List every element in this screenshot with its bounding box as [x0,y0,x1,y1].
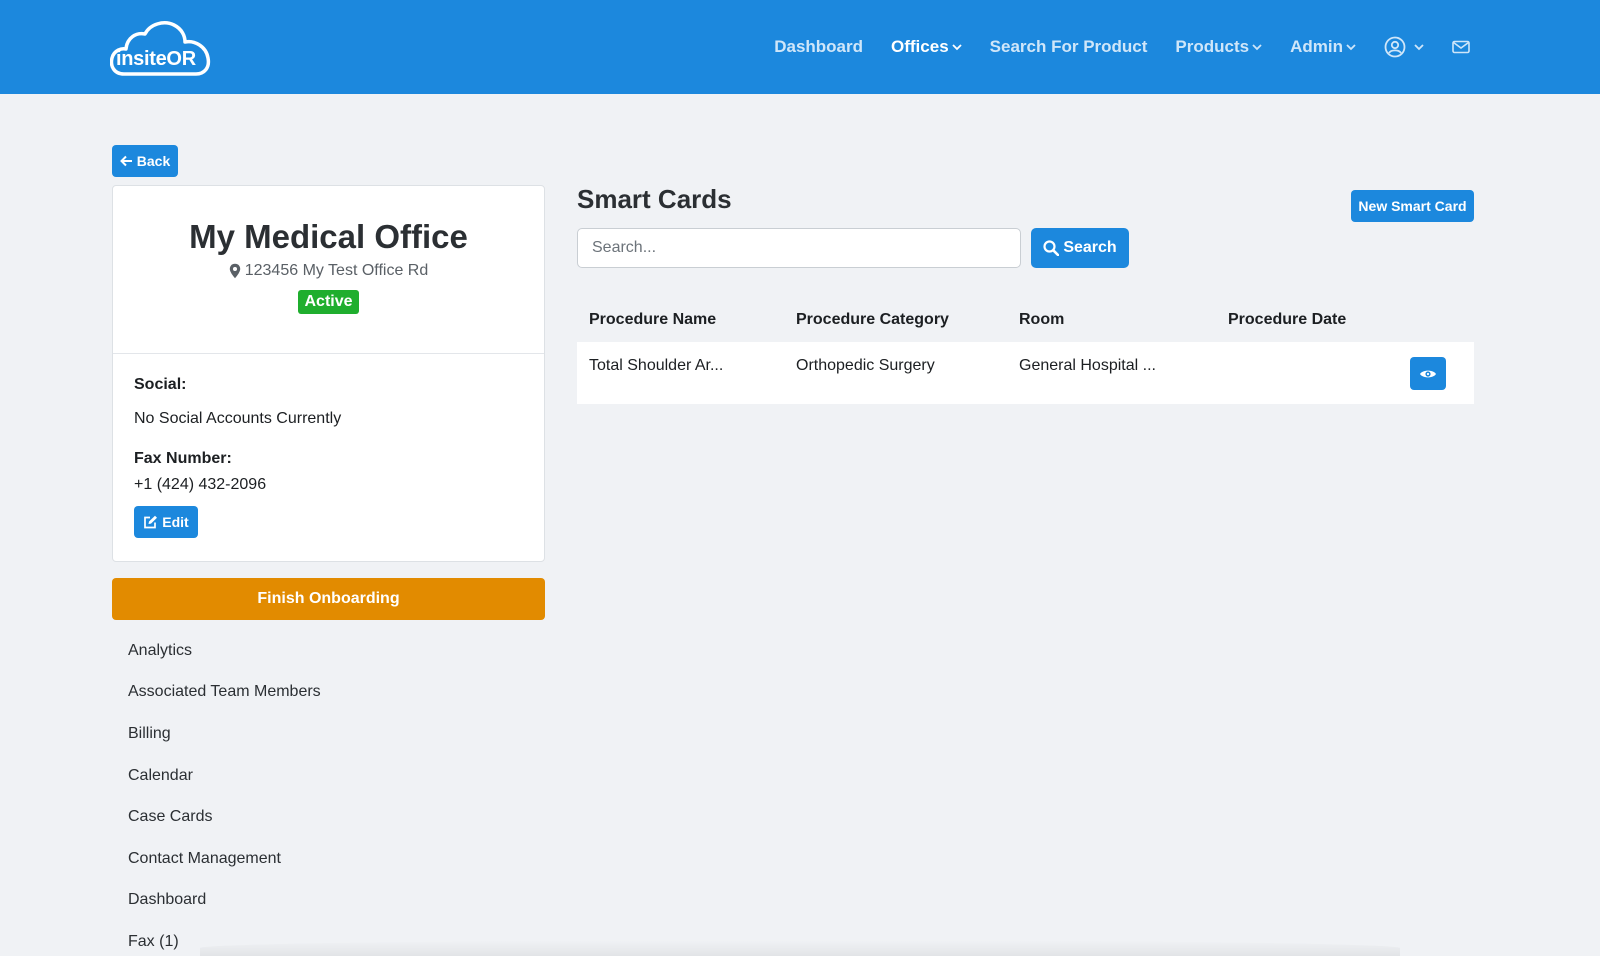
office-address-text: 123456 My Test Office Rd [244,262,429,279]
column-header-procedure-date[interactable]: Procedure Date [1216,311,1416,329]
side-nav-contact-management[interactable]: Contact Management [128,838,321,880]
search-icon [1043,240,1060,256]
nav-products-label: Products [1175,37,1250,56]
eye-icon [1420,370,1436,377]
side-nav-billing[interactable]: Billing [128,713,321,755]
chevron-down-icon [1346,44,1356,51]
nav-search-for-product-label: Search For Product [989,37,1148,56]
view-button[interactable] [1410,357,1446,390]
nav-admin-label: Admin [1290,37,1343,56]
map-pin-icon [229,263,240,279]
top-navbar: insiteOR Dashboard Offices Search For Pr… [0,0,1600,94]
chevron-down-icon [1414,44,1424,51]
nav-offices[interactable]: Offices [891,37,962,57]
side-nav-associated-team-members[interactable]: Associated Team Members [128,672,321,714]
smart-cards-table: Procedure Name Procedure Category Room P… [577,298,1474,404]
edit-icon [144,515,158,529]
column-header-procedure-category[interactable]: Procedure Category [784,311,1007,329]
edit-button-label: Edit [162,514,189,530]
messages-button[interactable] [1452,40,1470,54]
fax-value: +1 (424) 432-2096 [134,476,267,493]
status-badge: Active [298,290,359,314]
cell-procedure-name: Total Shoulder Ar... [589,357,724,374]
smart-cards-title: Smart Cards [577,184,732,214]
nav-offices-label: Offices [891,37,949,56]
office-header: My Medical Office 123456 My Test Office … [113,186,544,354]
back-button-label: Back [136,153,171,169]
new-smart-card-label: New Smart Card [1358,198,1467,214]
nav-dashboard[interactable]: Dashboard [774,37,863,57]
logo-text: insiteOR [116,48,196,70]
edit-button[interactable]: Edit [134,506,198,538]
mail-icon [1452,40,1470,54]
side-nav-case-cards[interactable]: Case Cards [128,796,321,838]
user-circle-icon [1384,36,1406,58]
table-row: Total Shoulder Ar... Orthopedic Surgery … [577,342,1474,404]
insiteor-logo[interactable]: insiteOR [109,20,214,78]
search-button[interactable]: Search [1031,228,1129,268]
column-header-room[interactable]: Room [1007,311,1216,329]
nav-menu: Dashboard Offices Search For Product Pro… [746,0,1470,94]
table-header: Procedure Name Procedure Category Room P… [577,298,1474,342]
chevron-down-icon [952,44,962,51]
social-value: No Social Accounts Currently [134,410,342,427]
user-menu[interactable] [1384,36,1424,58]
search-input[interactable] [577,228,1021,268]
social-label: Social: [134,376,187,393]
new-smart-card-button[interactable]: New Smart Card [1351,190,1474,222]
finish-onboarding-label: Finish Onboarding [257,590,400,607]
nav-dashboard-label: Dashboard [774,37,864,56]
side-nav-analytics[interactable]: Analytics [128,630,321,672]
arrow-left-icon [119,155,132,167]
finish-onboarding-button[interactable]: Finish Onboarding [112,578,545,620]
office-details: Social: No Social Accounts Currently Fax… [113,354,544,560]
office-card: My Medical Office 123456 My Test Office … [112,185,545,562]
column-header-procedure-name[interactable]: Procedure Name [577,311,784,329]
search-button-label: Search [1063,239,1117,256]
nav-search-for-product[interactable]: Search For Product [990,37,1148,57]
side-nav-dashboard[interactable]: Dashboard [128,880,321,922]
fax-label: Fax Number: [134,450,232,467]
office-name: My Medical Office [189,218,468,255]
cell-procedure-category: Orthopedic Surgery [796,357,935,374]
nav-products[interactable]: Products [1175,37,1262,57]
side-nav-calendar[interactable]: Calendar [128,755,321,797]
office-side-nav: Analytics Associated Team Members Billin… [128,630,321,956]
nav-admin[interactable]: Admin [1290,37,1356,57]
bottom-shadow [200,940,1400,956]
cell-room: General Hospital ... [1019,357,1156,374]
back-button[interactable]: Back [112,145,178,177]
chevron-down-icon [1252,44,1262,51]
office-address: 123456 My Test Office Rd [113,262,544,280]
